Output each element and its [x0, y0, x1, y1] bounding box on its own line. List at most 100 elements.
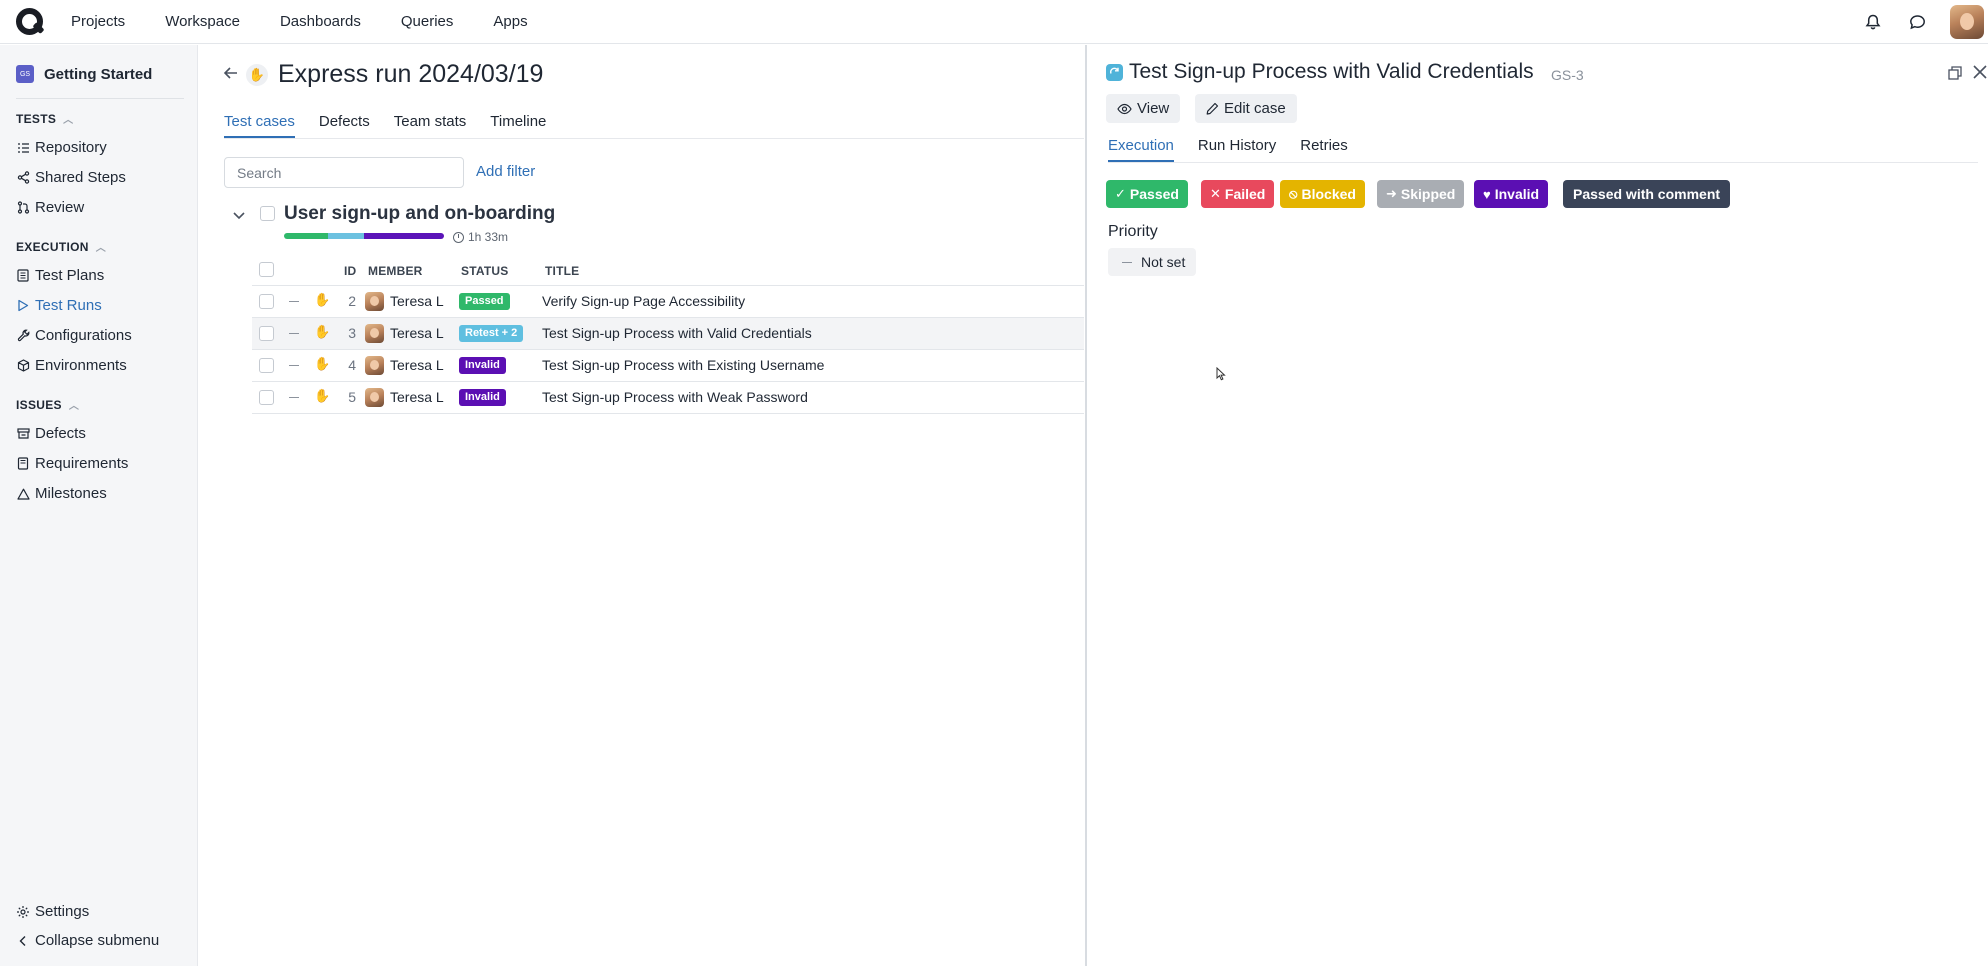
- sidebar-item-label: Environments: [35, 357, 127, 374]
- row-checkbox[interactable]: [259, 358, 274, 373]
- document-icon: [16, 269, 30, 283]
- skipped-button[interactable]: ➜ Skipped: [1377, 180, 1465, 208]
- sidebar-item-settings[interactable]: Settings: [16, 903, 89, 920]
- tab-execution[interactable]: Execution: [1108, 137, 1174, 162]
- sidebar-item-requirements[interactable]: Requirements: [16, 455, 128, 472]
- section-tests-header[interactable]: TESTS ︿: [16, 111, 73, 127]
- row-checkbox[interactable]: [259, 390, 274, 405]
- group-checkbox[interactable]: [260, 206, 275, 221]
- x-icon: ✕: [1210, 186, 1221, 201]
- row-title[interactable]: Test Sign-up Process with Weak Password: [542, 389, 808, 405]
- tab-team-stats[interactable]: Team stats: [394, 113, 467, 138]
- sidebar-item-shared-steps[interactable]: Shared Steps: [16, 169, 126, 186]
- row-member: Teresa L: [390, 357, 444, 373]
- priority-value: Not set: [1141, 254, 1186, 270]
- button-label: Skipped: [1400, 186, 1456, 202]
- sidebar-item-test-runs[interactable]: Test Runs: [16, 297, 102, 314]
- button-label: View: [1137, 100, 1170, 117]
- priority-none-icon: [289, 333, 299, 334]
- panel-title: Test Sign-up Process with Valid Credenti…: [1129, 60, 1534, 83]
- row-title[interactable]: Test Sign-up Process with Valid Credenti…: [542, 325, 812, 341]
- invalid-button[interactable]: ♥ Invalid: [1474, 180, 1549, 208]
- back-arrow-icon[interactable]: [222, 64, 240, 82]
- expand-icon[interactable]: [1947, 65, 1963, 81]
- nav-queries[interactable]: Queries: [401, 13, 454, 30]
- tab-test-cases[interactable]: Test cases: [224, 113, 295, 138]
- button-label: Blocked: [1301, 186, 1356, 202]
- manual-test-icon: ✋: [314, 292, 331, 307]
- table-row[interactable]: ✋ 4 Teresa L Invalid Test Sign-up Proces…: [252, 350, 1084, 382]
- test-case-panel: Test Sign-up Process with Valid Credenti…: [1085, 45, 1988, 966]
- sidebar-item-label: Repository: [35, 139, 107, 156]
- duration-text: 1h 33m: [468, 230, 509, 244]
- avatar: [365, 356, 384, 375]
- suite-title: User sign-up and on-boarding: [284, 203, 556, 224]
- status-badge: Invalid: [459, 357, 506, 374]
- sidebar-item-milestones[interactable]: Milestones: [16, 485, 107, 502]
- app-logo[interactable]: [15, 7, 45, 37]
- close-icon[interactable]: [1971, 63, 1988, 81]
- section-title: ISSUES: [16, 397, 62, 412]
- failed-button[interactable]: ✕ Failed: [1201, 180, 1275, 208]
- suite-duration: 1h 33m: [453, 230, 508, 244]
- row-id: 3: [348, 325, 356, 341]
- sidebar-item-defects[interactable]: Defects: [16, 425, 86, 442]
- section-issues-header[interactable]: ISSUES ︿: [16, 397, 79, 413]
- sidebar-item-configurations[interactable]: Configurations: [16, 327, 132, 344]
- search-input[interactable]: [224, 157, 464, 188]
- row-member: Teresa L: [390, 293, 444, 309]
- button-label: Invalid: [1494, 186, 1540, 202]
- tab-retries[interactable]: Retries: [1300, 137, 1348, 162]
- row-checkbox[interactable]: [259, 326, 274, 341]
- sidebar: GS Getting Started TESTS ︿ Repository Sha…: [0, 45, 198, 966]
- blocked-icon: ⦸: [1289, 186, 1298, 201]
- select-all-checkbox[interactable]: [259, 262, 274, 277]
- passed-with-comment-button[interactable]: Passed with comment: [1563, 180, 1731, 208]
- row-title[interactable]: Verify Sign-up Page Accessibility: [542, 293, 745, 309]
- sidebar-item-label: Review: [35, 199, 85, 216]
- sidebar-item-review[interactable]: Review: [16, 199, 84, 216]
- collapse-submenu-button[interactable]: Collapse submenu: [16, 932, 159, 949]
- sidebar-item-environments[interactable]: Environments: [16, 357, 127, 374]
- project-name: Getting Started: [44, 65, 153, 83]
- tab-defects[interactable]: Defects: [319, 113, 370, 138]
- table-row[interactable]: ✋ 3 Teresa L Retest + 2 Test Sign-up Pro…: [252, 318, 1084, 350]
- sidebar-item-test-plans[interactable]: Test Plans: [16, 267, 104, 284]
- sidebar-item-label: Requirements: [35, 455, 129, 472]
- top-navbar: Projects Workspace Dashboards Queries Ap…: [0, 0, 1988, 44]
- status-badge: Retest + 2: [459, 325, 524, 342]
- priority-select[interactable]: Not set: [1108, 248, 1197, 276]
- row-id: 5: [348, 389, 356, 405]
- progress-retest: [328, 233, 364, 239]
- bell-icon[interactable]: [1862, 11, 1884, 33]
- nav-dashboards[interactable]: Dashboards: [280, 13, 361, 30]
- wrench-icon: [16, 329, 30, 343]
- sidebar-item-label: Settings: [35, 903, 90, 920]
- edit-case-button[interactable]: Edit case: [1195, 94, 1297, 123]
- view-button[interactable]: View: [1106, 94, 1181, 123]
- chat-icon[interactable]: [1906, 11, 1928, 33]
- nav-projects[interactable]: Projects: [71, 13, 125, 30]
- table-row[interactable]: ✋ 5 Teresa L Invalid Test Sign-up Proces…: [252, 382, 1084, 414]
- project-badge: GS: [16, 65, 34, 83]
- add-filter-link[interactable]: Add filter: [476, 163, 535, 180]
- pencil-icon: [1206, 102, 1219, 115]
- section-execution-header[interactable]: EXECUTION ︿: [16, 239, 106, 255]
- tab-run-history[interactable]: Run History: [1198, 137, 1276, 162]
- table-row[interactable]: ✋ 2 Teresa L Passed Verify Sign-up Page …: [252, 286, 1084, 318]
- passed-button[interactable]: ✓ Passed: [1106, 180, 1188, 208]
- mouse-cursor-icon: [1216, 366, 1226, 381]
- chevron-down-icon[interactable]: [231, 207, 247, 223]
- project-switcher[interactable]: GS Getting Started: [16, 65, 152, 83]
- nav-workspace[interactable]: Workspace: [165, 13, 240, 30]
- row-checkbox[interactable]: [259, 294, 274, 309]
- user-avatar[interactable]: [1950, 5, 1984, 39]
- blocked-button[interactable]: ⦸ Blocked: [1280, 180, 1365, 208]
- sidebar-item-label: Configurations: [35, 327, 132, 344]
- nav-apps[interactable]: Apps: [493, 13, 527, 30]
- row-title[interactable]: Test Sign-up Process with Existing Usern…: [542, 357, 824, 373]
- row-member: Teresa L: [390, 389, 444, 405]
- progress-passed: [284, 233, 328, 239]
- sidebar-item-repository[interactable]: Repository: [16, 139, 107, 156]
- tab-timeline[interactable]: Timeline: [490, 113, 546, 138]
